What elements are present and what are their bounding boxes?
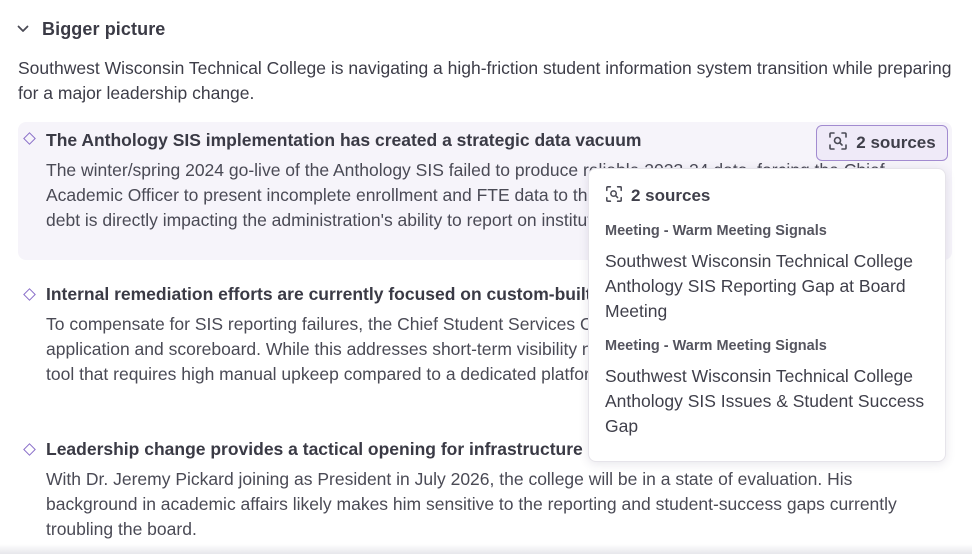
source-entry[interactable]: Meeting - Warm Meeting Signals Southwest… (605, 336, 931, 439)
source-entry[interactable]: Meeting - Warm Meeting Signals Southwest… (605, 221, 931, 324)
popover-header: 2 sources (605, 185, 931, 207)
bigger-picture-header[interactable]: Bigger picture (16, 16, 165, 42)
diamond-bullet-icon (23, 288, 36, 301)
sources-popover: 2 sources Meeting - Warm Meeting Signals… (588, 168, 946, 462)
search-document-icon (605, 185, 623, 208)
scroll-fade (0, 544, 972, 554)
diamond-bullet-icon (23, 443, 36, 456)
search-document-icon (828, 131, 848, 156)
intro-paragraph: Southwest Wisconsin Technical College is… (18, 58, 952, 103)
diamond-bullet-icon (23, 132, 36, 145)
source-type: Meeting - Warm Meeting Signals (605, 338, 827, 354)
sources-button[interactable]: 2 sources (816, 125, 948, 161)
sources-button-label: 2 sources (856, 133, 936, 152)
popover-heading: 2 sources (631, 186, 711, 205)
summary-panel: Bigger picture Southwest Wisconsin Techn… (0, 0, 972, 554)
chevron-down-icon[interactable] (16, 22, 30, 36)
insight-body: With Dr. Jeremy Pickard joining as Presi… (46, 469, 897, 539)
source-title-link[interactable]: Southwest Wisconsin Technical College An… (605, 249, 931, 324)
source-type: Meeting - Warm Meeting Signals (605, 223, 827, 239)
source-title-link[interactable]: Southwest Wisconsin Technical College An… (605, 364, 931, 439)
section-title: Bigger picture (42, 18, 166, 39)
